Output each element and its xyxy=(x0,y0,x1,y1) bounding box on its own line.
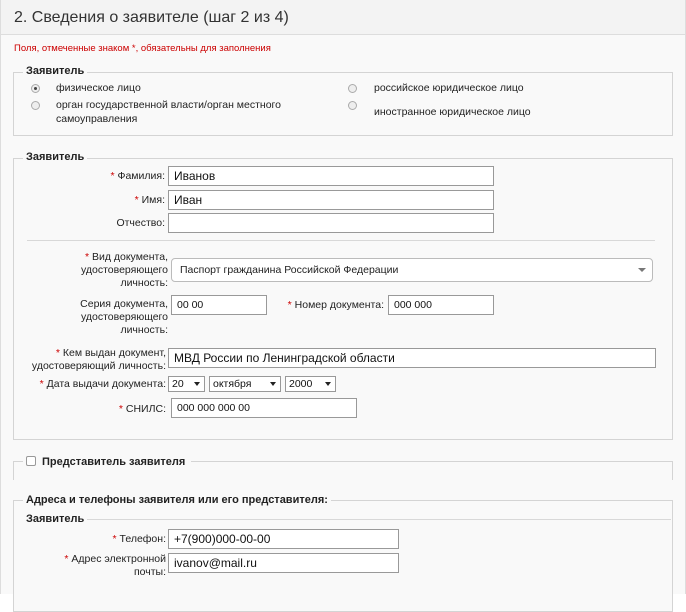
representative-checkbox[interactable] xyxy=(26,456,36,466)
surname-label: * Фамилия: xyxy=(110,170,165,182)
form-page: 2. Сведения о заявителе (шаг 2 из 4) Пол… xyxy=(0,0,686,612)
issue-year-value: 2000 xyxy=(289,378,313,390)
applicant-legend: Заявитель xyxy=(23,151,88,163)
patronymic-input[interactable] xyxy=(168,213,494,233)
name-input[interactable]: Иван xyxy=(168,190,494,210)
representative-legend: Представитель заявителя xyxy=(23,456,192,468)
chevron-down-icon xyxy=(270,382,276,386)
radio-russian-legal-entity-label[interactable]: российское юридическое лицо xyxy=(374,81,524,95)
representative-label[interactable]: Представитель заявителя xyxy=(42,456,185,468)
issue-day-select[interactable]: 20 xyxy=(168,376,205,392)
surname-input[interactable]: Иванов xyxy=(168,166,494,186)
snils-input[interactable]: 000 000 000 00 xyxy=(171,398,357,418)
chevron-down-icon xyxy=(194,382,200,386)
issued-by-input[interactable]: МВД России по Ленинградской области xyxy=(168,348,656,368)
email-label: * Адрес электронной почты: xyxy=(64,553,166,578)
doc-number-label: * Номер документа: xyxy=(287,299,384,311)
radio-foreign-legal-entity-label[interactable]: иностранное юридическое лицо xyxy=(374,105,531,119)
snils-label: * СНИЛС: xyxy=(118,403,166,415)
patronymic-label: Отчество: xyxy=(116,217,165,229)
doc-number-input[interactable]: 000 000 xyxy=(388,295,494,315)
chevron-down-icon xyxy=(325,382,331,386)
radio-individual[interactable] xyxy=(31,84,40,93)
phone-label: * Телефон: xyxy=(112,533,167,545)
radio-individual-label[interactable]: физическое лицо xyxy=(56,81,141,95)
contacts-legend: Адреса и телефоны заявителя или его пред… xyxy=(23,494,331,506)
doc-type-label: * Вид документа, удостоверяющего личност… xyxy=(80,251,168,289)
doc-series-label: Серия документа, удостоверяющего личност… xyxy=(80,298,168,336)
chevron-down-icon xyxy=(638,268,646,272)
issued-by-label: * Кем выдан документ, удостоверяющий лич… xyxy=(31,347,166,372)
issue-month-value: октября xyxy=(213,378,252,390)
issue-date-label: * Дата выдачи документа: xyxy=(39,378,166,390)
applicant-type-legend: Заявитель xyxy=(23,65,88,77)
doc-series-input[interactable]: 00 00 xyxy=(171,295,267,315)
step-header: 2. Сведения о заявителе (шаг 2 из 4) xyxy=(1,0,685,35)
section-divider xyxy=(27,240,655,241)
doc-type-select[interactable]: Паспорт гражданина Российской Федерации xyxy=(171,258,653,282)
issue-month-select[interactable]: октября xyxy=(209,376,281,392)
name-label: * Имя: xyxy=(134,194,165,206)
page-title: 2. Сведения о заявителе (шаг 2 из 4) xyxy=(14,9,289,26)
contacts-sublegend: Заявитель xyxy=(23,513,88,525)
radio-government-body[interactable] xyxy=(31,101,40,110)
doc-type-value: Паспорт гражданина Российской Федерации xyxy=(180,264,399,276)
phone-input[interactable]: +7(900)000-00-00 xyxy=(168,529,399,549)
radio-foreign-legal-entity[interactable] xyxy=(348,101,357,110)
issue-year-select[interactable]: 2000 xyxy=(285,376,336,392)
required-fields-note: Поля, отмеченные знаком *, обязательны д… xyxy=(14,43,271,54)
contacts-subdivider xyxy=(85,519,671,520)
email-input[interactable]: ivanov@mail.ru xyxy=(168,553,399,573)
radio-russian-legal-entity[interactable] xyxy=(348,84,357,93)
issue-day-value: 20 xyxy=(172,378,184,390)
radio-government-body-label[interactable]: орган государственной власти/орган местн… xyxy=(56,98,306,126)
